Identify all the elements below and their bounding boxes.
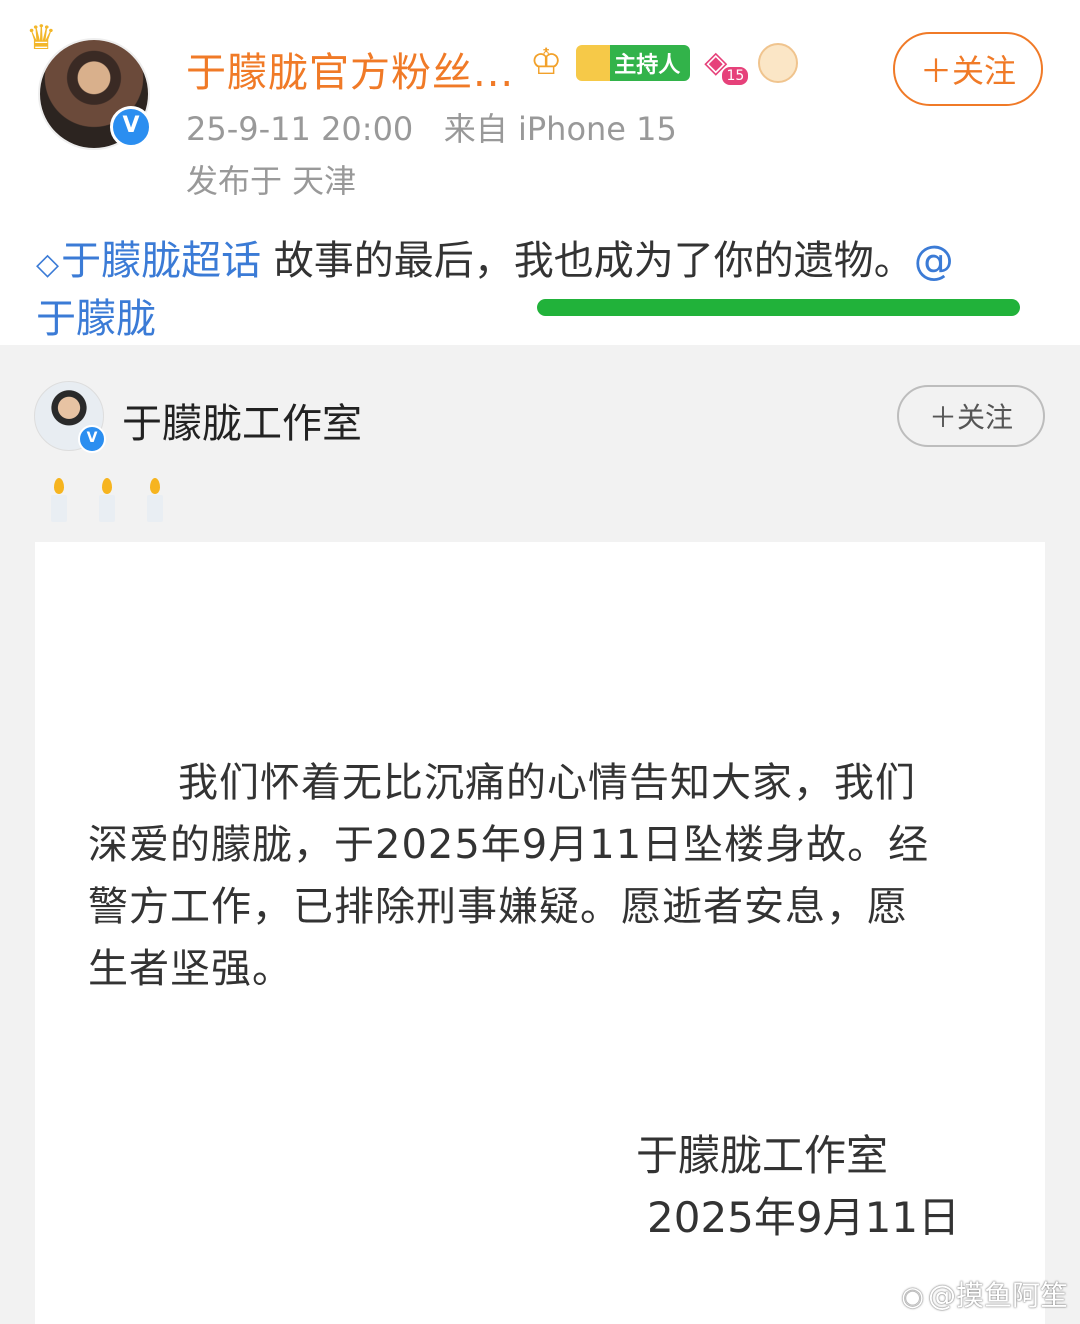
candle-icon	[48, 478, 70, 524]
weibo-logo-icon: ◉	[901, 1282, 924, 1312]
post-text-line-1: ◇于朦胧超话 故事的最后，我也成为了你的遗物。@	[36, 228, 954, 286]
post-avatar[interactable]: ♛ V	[26, 18, 152, 150]
watermark-text: @摸鱼阿笙	[927, 1279, 1068, 1312]
crown-icon: ♛	[26, 18, 57, 58]
verified-icon: V	[78, 425, 106, 453]
crown-badge-icon[interactable]: ♔	[530, 42, 562, 83]
gem-icon[interactable]: ◈ 15	[704, 45, 749, 85]
weibo-post: ♛ V 于朦胧官方粉丝... ♔ 主持人 ◈ 15 ＋关注 25-9-11 20:…	[0, 0, 1080, 345]
mention-link[interactable]: 于朦胧	[36, 286, 156, 344]
post-timestamp: 25-9-11 20:00	[186, 110, 414, 148]
repost-user-name[interactable]: 于朦胧工作室	[122, 391, 362, 449]
follow-button[interactable]: ＋关注	[893, 32, 1043, 106]
post-source: 来自 iPhone 15	[443, 110, 677, 148]
topic-diamond-icon: ◇	[36, 247, 60, 282]
post-meta: 25-9-11 20:00 来自 iPhone 15	[186, 104, 677, 150]
candle-icon	[144, 478, 166, 524]
mention-at[interactable]: @	[914, 238, 954, 284]
repost-follow-button[interactable]: ＋关注	[897, 385, 1045, 447]
mascot-icon[interactable]	[758, 42, 799, 83]
verified-icon: V	[110, 106, 152, 148]
topic-label: 于朦胧超话	[61, 238, 262, 284]
topic-link[interactable]: ◇于朦胧超话	[36, 238, 274, 284]
notice-line-4: 生者坚强。	[88, 946, 293, 992]
candle-emojis	[48, 478, 166, 524]
reposted-post: V 于朦胧工作室 ＋关注 我们怀着无比沉痛的心情告知大家，我们 深爱的朦胧，于2…	[0, 345, 1080, 1324]
notice-line-1: 我们怀着无比沉痛的心情告知大家，我们	[178, 760, 916, 806]
post-text: 故事的最后，我也成为了你的遗物。	[273, 238, 914, 284]
notice-line-2: 深爱的朦胧，于2025年9月11日坠楼身故。经	[88, 822, 930, 868]
user-badges: ♔ 主持人 ◈ 15	[530, 42, 799, 85]
host-badge[interactable]: 主持人	[576, 44, 691, 81]
notice-signature: 于朦胧工作室	[636, 1131, 889, 1180]
repost-avatar[interactable]: V	[34, 381, 106, 453]
notice-date: 2025年9月11日	[647, 1193, 961, 1242]
candle-icon	[96, 478, 118, 524]
host-badge-label: 主持人	[614, 52, 681, 78]
post-user-name[interactable]: 于朦胧官方粉丝...	[186, 40, 514, 98]
notice-line-3: 警方工作，已排除刑事嫌疑。愿逝者安息，愿	[88, 884, 908, 930]
notice-image[interactable]: 我们怀着无比沉痛的心情告知大家，我们 深爱的朦胧，于2025年9月11日坠楼身故…	[35, 542, 1045, 1324]
gem-level: 15	[722, 66, 749, 85]
watermark: ◉ @摸鱼阿笙	[901, 1274, 1068, 1314]
post-location: 发布于 天津	[186, 162, 357, 200]
highlight-underline	[537, 299, 1020, 316]
